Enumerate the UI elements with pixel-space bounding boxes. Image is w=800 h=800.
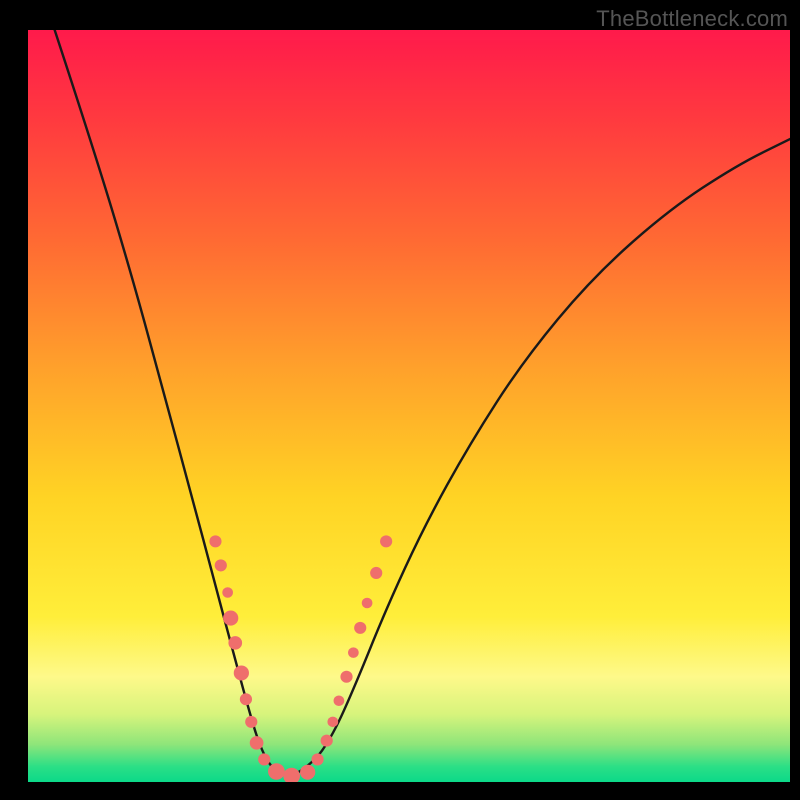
data-point	[268, 763, 285, 780]
data-point	[327, 717, 338, 728]
data-point	[334, 696, 345, 707]
data-point	[370, 567, 382, 579]
data-point	[348, 647, 359, 658]
data-point	[340, 671, 352, 683]
data-point	[228, 636, 242, 650]
chart-svg	[28, 30, 790, 782]
plot-area	[28, 30, 790, 782]
data-point	[209, 535, 221, 547]
data-point	[380, 535, 392, 547]
data-point	[215, 559, 227, 571]
data-point	[245, 716, 257, 728]
plot-frame	[28, 30, 790, 782]
gradient-background	[28, 30, 790, 782]
watermark-text: TheBottleneck.com	[596, 6, 788, 32]
data-point	[250, 736, 264, 750]
data-point	[321, 735, 333, 747]
data-point	[300, 765, 315, 780]
data-point	[362, 598, 373, 609]
data-point	[234, 665, 249, 680]
data-point	[240, 693, 252, 705]
data-point	[222, 587, 233, 598]
data-point	[354, 622, 366, 634]
data-point	[258, 753, 270, 765]
chart-container: TheBottleneck.com	[0, 0, 800, 800]
data-point	[223, 611, 238, 626]
data-point	[311, 753, 323, 765]
